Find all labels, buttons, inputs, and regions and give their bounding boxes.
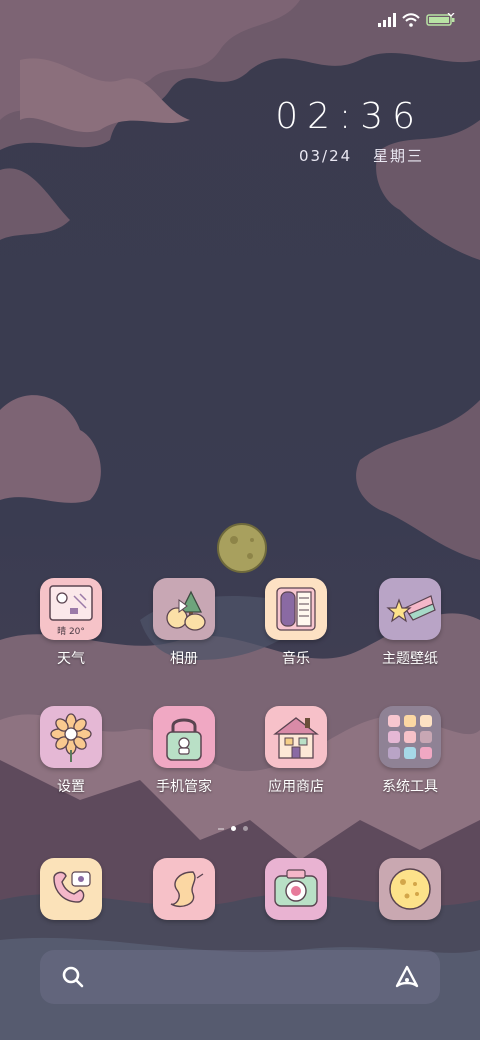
folder-icon <box>379 706 441 768</box>
assistant-icon[interactable] <box>394 964 420 990</box>
dock-camera[interactable] <box>246 858 346 920</box>
page-indicator[interactable] <box>218 826 248 831</box>
app-label: 应用商店 <box>268 779 324 795</box>
app-themes[interactable]: 主题壁纸 <box>360 578 460 668</box>
gallery-icon <box>153 578 215 640</box>
swirl-icon <box>153 858 215 920</box>
themes-icon <box>379 578 441 640</box>
app-store[interactable]: 应用商店 <box>246 706 346 796</box>
app-label: 主题壁纸 <box>382 651 438 667</box>
app-gallery[interactable]: 相册 <box>134 578 234 668</box>
music-icon <box>265 578 327 640</box>
settings-icon <box>40 706 102 768</box>
app-label: 设置 <box>57 779 85 795</box>
page-dot <box>243 826 248 831</box>
search-bar[interactable] <box>40 950 440 1004</box>
lock-icon <box>153 706 215 768</box>
app-weather[interactable]: 晴 20° 天气 <box>21 578 121 668</box>
app-label: 系统工具 <box>382 779 438 795</box>
dock-moon-app[interactable] <box>360 858 460 920</box>
app-label: 天气 <box>57 651 85 667</box>
folder-system-tools[interactable]: 系统工具 <box>360 706 460 796</box>
app-phone-manager[interactable]: 手机管家 <box>134 706 234 796</box>
camera-icon <box>265 858 327 920</box>
weekday-text: 星期三 <box>372 147 424 165</box>
page-dot-active <box>231 826 236 831</box>
app-label: 手机管家 <box>156 779 212 795</box>
page-list-icon <box>218 827 224 830</box>
app-label: 音乐 <box>282 651 310 667</box>
app-music[interactable]: 音乐 <box>246 578 346 668</box>
dock-phone[interactable] <box>21 858 121 920</box>
search-icon[interactable] <box>60 964 86 990</box>
clock-time: 02:36 <box>275 96 424 137</box>
date-text: 03/24 <box>298 147 353 165</box>
cookie-moon-icon <box>379 858 441 920</box>
dock-browser[interactable] <box>134 858 234 920</box>
battery-icon <box>426 13 455 26</box>
weather-badge: 晴 20° <box>57 627 85 637</box>
app-settings[interactable]: 设置 <box>21 706 121 796</box>
signal-icon <box>378 13 396 27</box>
weather-icon: 晴 20° <box>40 578 102 640</box>
phone-icon <box>40 858 102 920</box>
clock-widget[interactable]: 02:36 03/24 星期三 <box>275 96 424 166</box>
wifi-icon <box>402 13 420 27</box>
app-label: 相册 <box>170 651 198 667</box>
house-icon <box>265 706 327 768</box>
clock-date: 03/24 星期三 <box>275 145 424 166</box>
status-bar <box>378 10 456 30</box>
